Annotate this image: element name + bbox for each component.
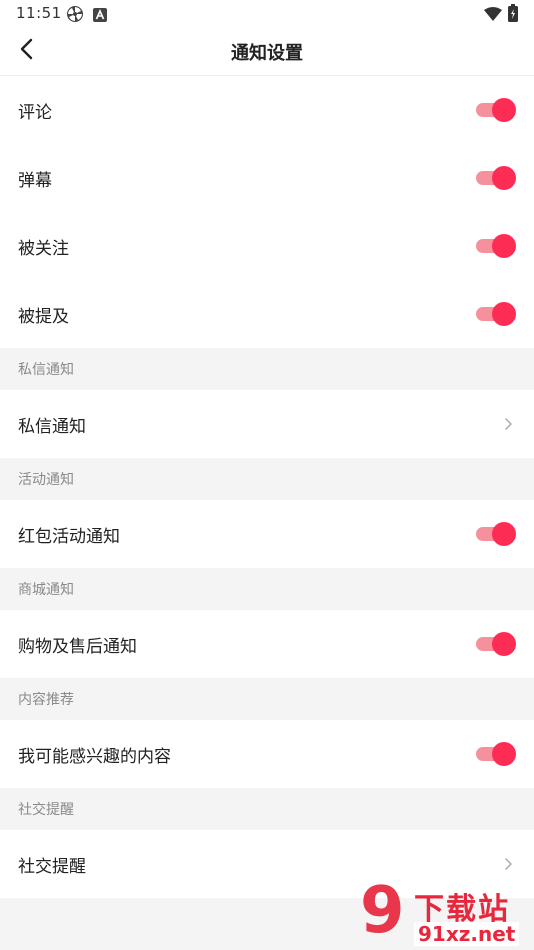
toggle-knob [492, 234, 516, 258]
mentioned-toggle[interactable] [476, 302, 516, 326]
toggle-knob [492, 522, 516, 546]
toggle-knob [492, 166, 516, 190]
setting-label: 红包活动通知 [18, 526, 120, 547]
section-header-social: 社交提醒 [0, 788, 534, 830]
section-header-activity: 活动通知 [0, 458, 534, 500]
setting-label: 弹幕 [18, 170, 52, 191]
battery-icon [508, 4, 518, 26]
setting-row-mentioned: 被提及 [0, 280, 534, 348]
setting-label: 被提及 [18, 306, 69, 327]
toggle-knob [492, 742, 516, 766]
toggle-knob [492, 632, 516, 656]
chevron-right-icon [500, 416, 516, 432]
setting-row-social[interactable]: 社交提醒 [0, 830, 534, 898]
page-title: 通知设置 [231, 43, 303, 64]
setting-label: 我可能感兴趣的内容 [18, 746, 171, 767]
red-packet-toggle[interactable] [476, 522, 516, 546]
followed-toggle[interactable] [476, 234, 516, 258]
setting-row-comments: 评论 [0, 76, 534, 144]
status-time: 11:51 [16, 4, 62, 22]
wifi-icon [484, 6, 502, 25]
comments-toggle[interactable] [476, 98, 516, 122]
setting-row-red-packet: 红包活动通知 [0, 500, 534, 568]
setting-row-followed: 被关注 [0, 212, 534, 280]
setting-label: 购物及售后通知 [18, 636, 137, 657]
setting-row-interest: 我可能感兴趣的内容 [0, 720, 534, 788]
setting-label: 评论 [18, 102, 52, 123]
shopping-toggle[interactable] [476, 632, 516, 656]
a-badge-icon [93, 7, 107, 26]
setting-row-private-message[interactable]: 私信通知 [0, 390, 534, 458]
setting-label: 被关注 [18, 238, 69, 259]
setting-label: 社交提醒 [18, 856, 86, 877]
setting-label: 私信通知 [18, 416, 86, 437]
chevron-right-icon [500, 856, 516, 872]
section-header-recommendation: 内容推荐 [0, 678, 534, 720]
setting-row-danmaku: 弹幕 [0, 144, 534, 212]
footer-spacer [0, 898, 534, 948]
top-nav-bar: 通知设置 [0, 28, 534, 76]
danmaku-toggle[interactable] [476, 166, 516, 190]
settings-list: 评论 弹幕 被关注 被提及 私信通知 私信通知 活动通知 红包活动通知 商城通知… [0, 76, 534, 948]
pinwheel-icon [66, 5, 84, 27]
setting-row-shopping: 购物及售后通知 [0, 610, 534, 678]
toggle-knob [492, 98, 516, 122]
toggle-knob [492, 302, 516, 326]
interest-toggle[interactable] [476, 742, 516, 766]
section-header-private-message: 私信通知 [0, 348, 534, 390]
status-bar: 11:51 [0, 0, 534, 28]
section-header-mall: 商城通知 [0, 568, 534, 610]
